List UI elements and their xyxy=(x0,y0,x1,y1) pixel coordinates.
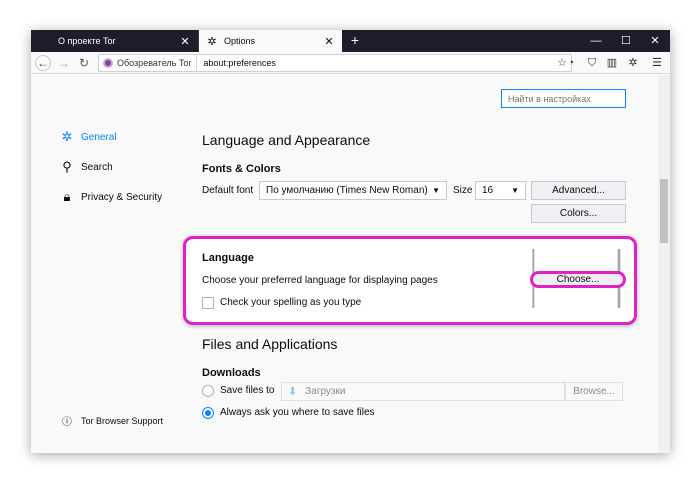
search-input[interactable]: Найти в настройках xyxy=(501,89,626,108)
browse-button[interactable]: Browse... xyxy=(565,382,623,401)
back-arrow-icon[interactable]: ← xyxy=(35,55,51,71)
size-label: Size xyxy=(453,185,473,196)
spellcheck-label: Check your spelling as you type xyxy=(220,297,362,308)
shield-icon[interactable]: ⛉ xyxy=(583,54,601,72)
url-bar[interactable]: Обозреватель Tor about:preferences ☆ xyxy=(98,54,572,72)
tab-title: О проекте Tor xyxy=(58,36,116,46)
sidebar-item-privacy-security[interactable]: 🔒︎ Privacy & Security xyxy=(59,189,163,205)
library-icon[interactable]: ▥ xyxy=(603,54,621,72)
choose-language-button[interactable]: Choose... xyxy=(530,271,626,288)
always-ask-label: Always ask you where to save files xyxy=(220,407,375,418)
sidebar-item-label: Search xyxy=(81,161,113,173)
default-font-label: Default font xyxy=(202,185,254,196)
forward-arrow-icon[interactable]: → xyxy=(55,54,73,72)
close-icon[interactable]: ✕ xyxy=(322,35,336,48)
gear-icon: ✲ xyxy=(61,129,73,144)
sidebar-item-general[interactable]: ✲ General xyxy=(59,129,117,145)
preferences-content: Найти в настройках ✲ General ⚲ Search 🔒︎… xyxy=(31,75,670,453)
support-label: Tor Browser Support xyxy=(81,415,164,426)
language-heading: Language xyxy=(202,252,254,264)
identity-box[interactable]: Обозреватель Tor xyxy=(99,56,198,70)
download-folder-field: ⬇ Загрузки xyxy=(281,382,565,401)
download-arrow-icon: ⬇ xyxy=(288,386,298,398)
new-tab-button[interactable]: + xyxy=(344,30,366,52)
colors-button[interactable]: Colors... xyxy=(531,204,626,223)
section-title-files-applications: Files and Applications xyxy=(202,336,338,352)
tab-strip: О проекте Tor ✕ ✲ Options ✕ + — ☐ ✕ xyxy=(31,30,670,52)
gear-icon: ✲ xyxy=(207,35,217,48)
sidebar-item-search[interactable]: ⚲ Search xyxy=(59,159,113,175)
sidebar-item-label: General xyxy=(81,131,117,143)
help-icon: ⓘ xyxy=(62,417,72,428)
sidebar-support-link[interactable]: ⓘ Tor Browser Support xyxy=(59,413,164,429)
search-placeholder: Найти в настройках xyxy=(508,93,591,104)
advanced-button[interactable]: Advanced... xyxy=(531,181,626,200)
url-text[interactable]: about:preferences xyxy=(197,58,276,68)
menu-icon[interactable]: ☰ xyxy=(648,54,666,72)
scrollbar-thumb[interactable] xyxy=(660,179,668,243)
close-icon[interactable]: ✕ xyxy=(178,35,192,48)
language-description: Choose your preferred language for displ… xyxy=(202,275,438,286)
maximize-button[interactable]: ☐ xyxy=(611,30,641,52)
tor-onion-icon xyxy=(103,58,113,68)
scrollbar[interactable] xyxy=(658,75,670,453)
font-size-select[interactable]: 16 ▼ xyxy=(475,181,526,200)
minimize-button[interactable]: — xyxy=(581,30,611,52)
chevron-down-icon: ▼ xyxy=(432,186,440,195)
always-ask-radio[interactable] xyxy=(202,407,214,419)
downloads-heading: Downloads xyxy=(202,367,261,379)
section-title-language-appearance: Language and Appearance xyxy=(202,132,371,148)
navigation-bar: ← → ↻ Обозреватель Tor about:preferences… xyxy=(31,52,670,74)
fonts-colors-heading: Fonts & Colors xyxy=(202,163,281,175)
font-size-value: 16 xyxy=(482,185,494,196)
download-folder-name: Загрузки xyxy=(305,386,346,397)
search-icon: ⚲ xyxy=(62,159,72,174)
spellcheck-checkbox[interactable] xyxy=(202,297,214,309)
lock-icon: 🔒︎ xyxy=(63,189,71,204)
extensions-gear-icon[interactable]: ✲ xyxy=(624,54,642,72)
close-window-button[interactable]: ✕ xyxy=(640,30,670,52)
identity-label: Обозреватель Tor xyxy=(117,58,192,68)
tab-title: Options xyxy=(224,36,256,46)
shield-onion-icon[interactable]: ◔ xyxy=(562,54,580,72)
default-font-select[interactable]: По умолчанию (Times New Roman) ▼ xyxy=(259,181,447,200)
sidebar-item-label: Privacy & Security xyxy=(81,191,163,203)
tab-options[interactable]: ✲ Options ✕ xyxy=(199,30,342,52)
save-files-radio[interactable] xyxy=(202,385,214,397)
chevron-down-icon: ▼ xyxy=(511,186,519,195)
browser-window: О проекте Tor ✕ ✲ Options ✕ + — ☐ ✕ ← → … xyxy=(31,30,670,453)
save-files-label: Save files to xyxy=(220,385,275,396)
tab-about-tor[interactable]: О проекте Tor ✕ xyxy=(31,30,199,52)
default-font-value: По умолчанию (Times New Roman) xyxy=(266,185,428,196)
reload-icon[interactable]: ↻ xyxy=(75,54,93,72)
